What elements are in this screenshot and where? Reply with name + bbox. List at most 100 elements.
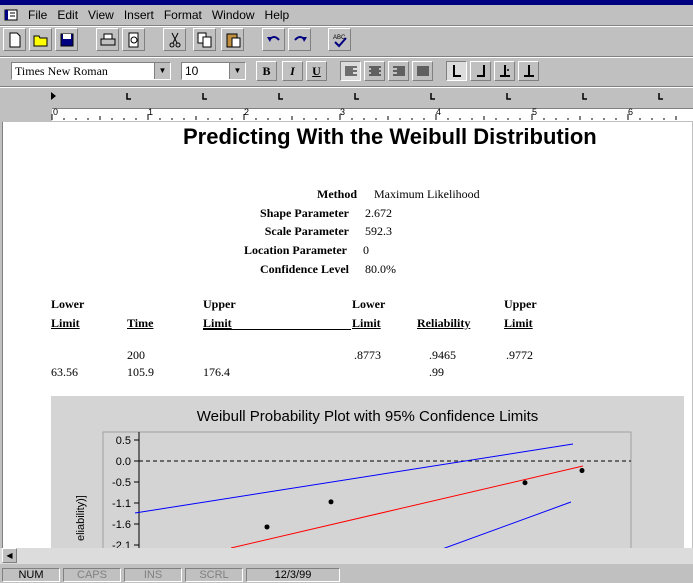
ruler-number: 3 <box>340 107 346 117</box>
menu-file[interactable]: File <box>23 8 52 22</box>
data-point <box>328 499 334 505</box>
open-folder-icon <box>33 35 47 46</box>
justify-icon <box>416 66 429 76</box>
menu-help[interactable]: Help <box>260 8 295 22</box>
param-value: 80.0% <box>365 262 396 276</box>
y-tick-label: -1.6 <box>112 519 131 531</box>
copy-button[interactable] <box>193 28 216 51</box>
menu-insert[interactable]: Insert <box>119 8 159 22</box>
paste-button[interactable] <box>221 28 244 51</box>
document-icon[interactable] <box>3 8 19 22</box>
param-label: Location Parameter <box>244 243 347 257</box>
tab-stops[interactable] <box>0 88 693 104</box>
arrow-left-icon: ◀ <box>6 551 13 560</box>
column-header: Lower <box>352 297 386 311</box>
table-cell: .9772 <box>506 348 533 362</box>
menu-format[interactable]: Format <box>159 8 207 22</box>
standard-toolbar: ABC <box>0 26 693 56</box>
data-point <box>264 524 270 530</box>
print-button[interactable] <box>96 28 119 51</box>
tab-left-icon <box>452 65 461 77</box>
table-cell: 176.4 <box>203 365 230 379</box>
ruler-ticks <box>51 114 677 120</box>
chevron-down-icon[interactable]: ▼ <box>229 63 245 79</box>
tab-decimal-icon <box>499 65 510 77</box>
scissors-icon <box>169 32 180 47</box>
status-ins: INS <box>124 568 182 582</box>
align-left-button[interactable] <box>340 61 361 81</box>
save-button[interactable] <box>55 28 78 51</box>
column-header: Limit <box>51 316 80 330</box>
y-tick-label: 0.5 <box>116 435 131 447</box>
param-value: 2.672 <box>365 206 392 220</box>
ruler-number: 4 <box>436 107 442 117</box>
param-value: 592.3 <box>365 224 392 238</box>
header-underline <box>203 329 351 330</box>
printer-icon <box>100 33 115 45</box>
param-label: Shape Parameter <box>260 206 349 220</box>
menu-window[interactable]: Window <box>207 8 260 22</box>
align-center-button[interactable] <box>364 61 385 81</box>
menu-view[interactable]: View <box>83 8 119 22</box>
tab-decimal-button[interactable] <box>494 61 515 81</box>
open-button[interactable] <box>29 28 52 51</box>
param-label: Scale Parameter <box>264 224 349 238</box>
ruler-number: 2 <box>244 107 250 117</box>
y-tick-label: 0.0 <box>116 456 131 468</box>
param-label: Confidence Level <box>260 262 349 276</box>
preview-icon <box>128 32 138 47</box>
menu-bar: File Edit View Insert Format Window Help <box>0 5 693 25</box>
status-caps: CAPS <box>63 568 121 582</box>
spelling-button[interactable]: ABC <box>328 28 351 51</box>
ruler-number: 0 <box>53 107 59 117</box>
align-right-button[interactable] <box>388 61 409 81</box>
tab-right-button[interactable] <box>470 61 491 81</box>
status-num: NUM <box>2 568 60 582</box>
justify-button[interactable] <box>412 61 433 81</box>
ruler[interactable]: 0 1 2 3 4 5 6 <box>0 104 693 122</box>
tab-stop-bar <box>0 88 693 104</box>
data-point <box>579 468 585 474</box>
horizontal-scrollbar[interactable]: ◀ <box>0 548 693 564</box>
column-header: Upper <box>504 297 537 311</box>
align-right-icon <box>392 66 405 76</box>
font-size-select[interactable]: 10 ▼ <box>181 62 246 80</box>
tab-left-button[interactable] <box>446 61 467 81</box>
param-value: Maximum Likelihood <box>374 187 480 201</box>
weibull-plot[interactable]: Weibull Probability Plot with 95% Confid… <box>51 396 684 548</box>
font-name-select[interactable]: Times New Roman ▼ <box>11 62 171 80</box>
y-axis-label: eliability)] <box>75 495 87 541</box>
tab-center-button[interactable] <box>518 61 539 81</box>
underline-button[interactable]: U <box>306 61 327 81</box>
new-button[interactable] <box>3 28 26 51</box>
undo-icon <box>266 35 280 42</box>
table-cell: .9465 <box>429 348 456 362</box>
plot-frame <box>102 431 632 548</box>
menu-edit[interactable]: Edit <box>52 8 83 22</box>
y-tick-label: -0.5 <box>112 477 131 489</box>
param-label: Method <box>317 187 357 201</box>
status-scrl: SCRL <box>185 568 243 582</box>
param-value: 0 <box>363 243 369 257</box>
ruler-number: 5 <box>532 107 538 117</box>
bold-button[interactable]: B <box>256 61 277 81</box>
column-header: Limit <box>504 316 533 330</box>
redo-button[interactable] <box>288 28 311 51</box>
scroll-left-button[interactable]: ◀ <box>2 548 17 563</box>
column-header: Upper <box>203 297 236 311</box>
document-page[interactable]: Predicting With the Weibull Distribution… <box>2 122 692 548</box>
undo-button[interactable] <box>262 28 285 51</box>
table-cell: 63.56 <box>51 365 78 379</box>
font-name-value: Times New Roman <box>15 64 108 78</box>
data-point <box>522 480 528 486</box>
print-preview-button[interactable] <box>122 28 145 51</box>
italic-button[interactable]: I <box>282 61 303 81</box>
y-tick-label: -2.1 <box>112 540 131 548</box>
ruler-number: 6 <box>628 107 634 117</box>
cut-button[interactable] <box>163 28 186 51</box>
clipboard-icon <box>226 33 240 47</box>
font-size-value: 10 <box>185 64 199 78</box>
save-disk-icon <box>60 33 73 46</box>
chevron-down-icon[interactable]: ▼ <box>154 63 170 79</box>
y-tick-label: -1.1 <box>112 498 131 510</box>
